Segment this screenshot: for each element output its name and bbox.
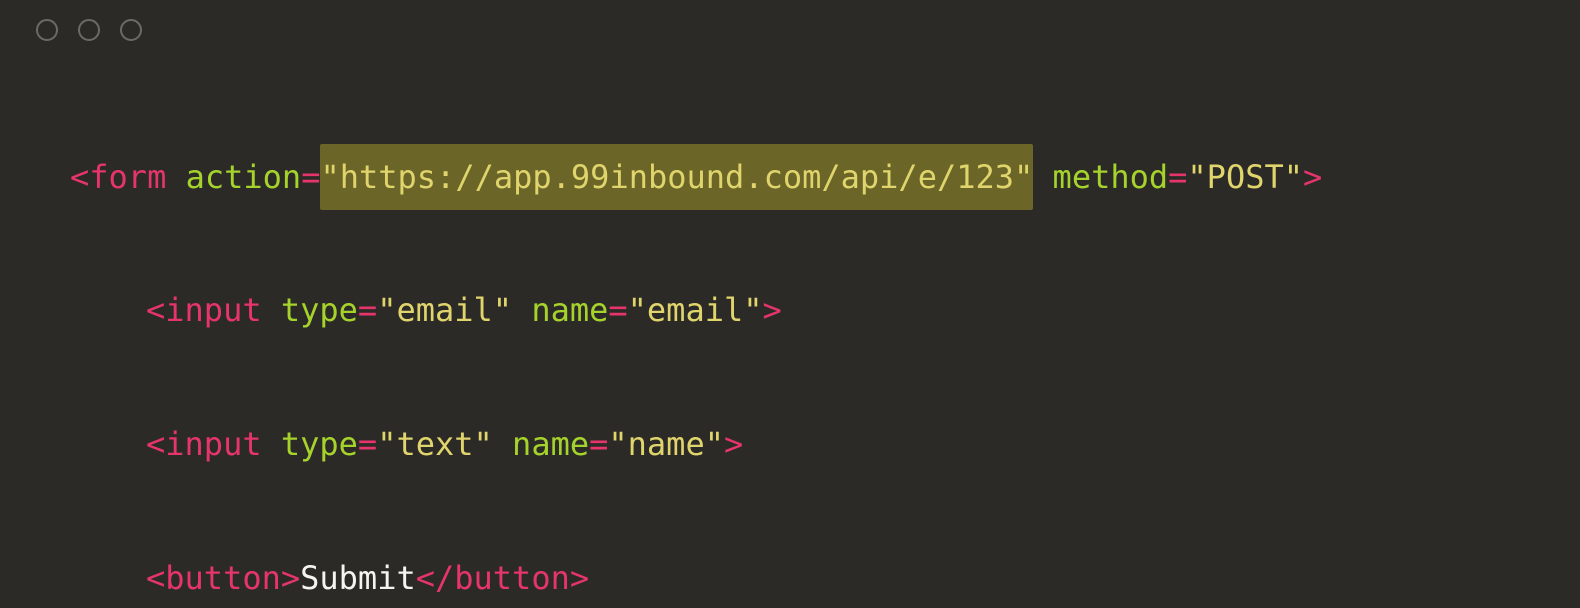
tag-button-close: button (454, 559, 570, 597)
method-value: "POST" (1187, 158, 1303, 196)
space (512, 291, 531, 329)
maximize-window-icon[interactable] (120, 19, 142, 41)
bracket-open: < (146, 291, 165, 329)
bracket-close: > (281, 559, 300, 597)
close-tag-open: </ (416, 559, 455, 597)
attr-name: name (512, 425, 589, 463)
button-text: Submit (300, 559, 416, 597)
action-url-highlighted: "https://app.99inbound.com/api/e/123" (320, 144, 1033, 210)
code-content: <form action="https://app.99inbound.com/… (0, 60, 1580, 608)
name-value: "name" (608, 425, 724, 463)
code-line-1: <form action="https://app.99inbound.com/… (70, 155, 1510, 200)
tag-form: form (89, 158, 166, 196)
attr-method: method (1053, 158, 1169, 196)
bracket-open: < (146, 425, 165, 463)
space (1033, 158, 1052, 196)
space (262, 425, 281, 463)
space (262, 291, 281, 329)
code-line-2: <input type="email" name="email"> (70, 288, 1510, 333)
code-line-4: <button>Submit</button> (70, 556, 1510, 601)
name-value: "email" (628, 291, 763, 329)
close-window-icon[interactable] (36, 19, 58, 41)
bracket-open: < (146, 559, 165, 597)
equals: = (608, 291, 627, 329)
equals: = (1168, 158, 1187, 196)
bracket-close: > (763, 291, 782, 329)
attr-type: type (281, 291, 358, 329)
attr-name: name (531, 291, 608, 329)
bracket-close: > (1303, 158, 1322, 196)
equals: = (301, 158, 320, 196)
attr-action: action (186, 158, 302, 196)
type-value: "email" (377, 291, 512, 329)
tag-input: input (165, 425, 261, 463)
space (166, 158, 185, 196)
code-line-3: <input type="text" name="name"> (70, 422, 1510, 467)
attr-type: type (281, 425, 358, 463)
window-titlebar (0, 0, 1580, 60)
tag-input: input (165, 291, 261, 329)
code-editor-window: <form action="https://app.99inbound.com/… (0, 0, 1580, 608)
equals: = (589, 425, 608, 463)
bracket-close: > (724, 425, 743, 463)
type-value: "text" (377, 425, 493, 463)
bracket-open: < (70, 158, 89, 196)
tag-button: button (165, 559, 281, 597)
equals: = (358, 291, 377, 329)
minimize-window-icon[interactable] (78, 19, 100, 41)
equals: = (358, 425, 377, 463)
space (493, 425, 512, 463)
bracket-end: > (570, 559, 589, 597)
